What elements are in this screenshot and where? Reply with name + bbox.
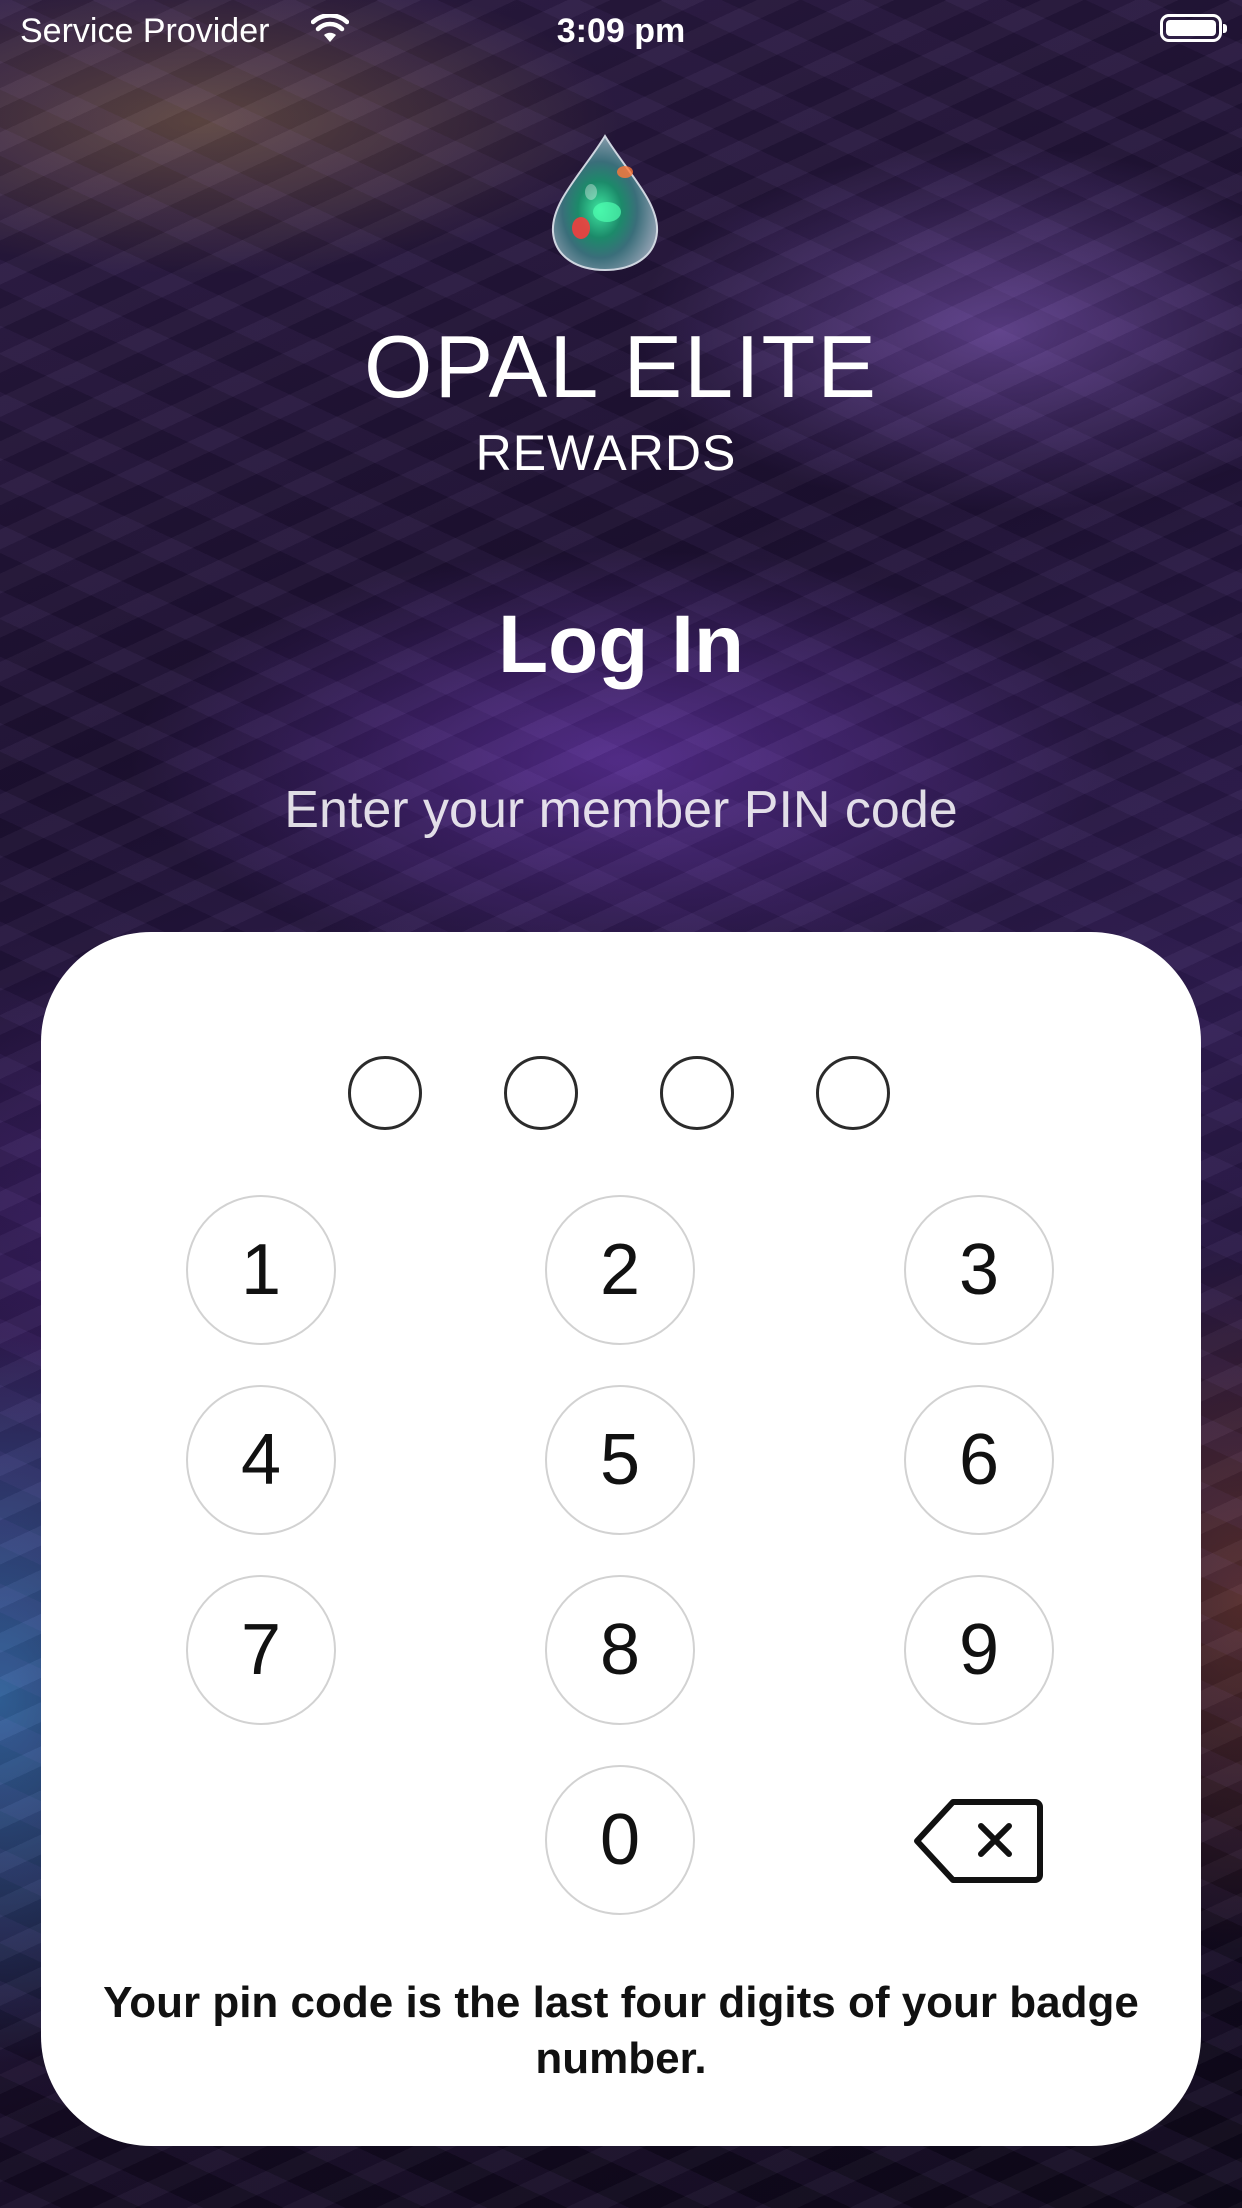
backspace-icon[interactable] <box>913 1798 1043 1884</box>
pin-dot-1 <box>348 1056 422 1130</box>
status-bar: Service Provider 3:09 pm <box>0 0 1242 62</box>
key-7-button[interactable]: 7 <box>186 1575 336 1725</box>
key-1-button[interactable]: 1 <box>186 1195 336 1345</box>
key-8-button[interactable]: 8 <box>545 1575 695 1725</box>
brand-name: OPAL ELITE <box>364 317 878 416</box>
key-3-button[interactable]: 3 <box>904 1195 1054 1345</box>
page-title: Log In <box>498 599 744 690</box>
pin-dot-3 <box>660 1056 734 1130</box>
pin-dot-4 <box>816 1056 890 1130</box>
pin-hint: Your pin code is the last four digits of… <box>103 1978 1139 2083</box>
key-0-button[interactable]: 0 <box>545 1765 695 1915</box>
brand-subtitle: REWARDS <box>475 425 737 481</box>
pin-dot-2 <box>504 1056 578 1130</box>
battery-full-icon <box>1160 14 1227 42</box>
clock: 3:09 pm <box>556 12 686 50</box>
key-2-button[interactable]: 2 <box>545 1195 695 1345</box>
pin-instruction: Enter your member PIN code <box>284 781 958 839</box>
pin-card: 1 2 3 4 5 6 7 8 9 0 Your pin code is the… <box>41 932 1201 2146</box>
key-4-button[interactable]: 4 <box>186 1385 336 1535</box>
opal-gem-icon <box>545 132 665 277</box>
key-5-button[interactable]: 5 <box>545 1385 695 1535</box>
key-9-button[interactable]: 9 <box>904 1575 1054 1725</box>
key-6-button[interactable]: 6 <box>904 1385 1054 1535</box>
